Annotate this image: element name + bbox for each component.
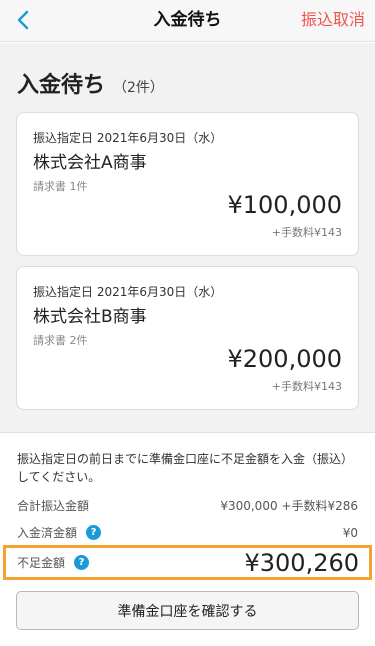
chevron-left-icon [17, 10, 29, 30]
cancel-transfer-button[interactable]: 振込取消 [301, 0, 365, 42]
total-transfer-row: 合計振込金額 ¥300,000 +手数料¥286 [17, 497, 358, 514]
payment-card[interactable]: 振込指定日 2021年6月30日（水） 株式会社A商事 請求書 1件 ¥100,… [16, 112, 359, 256]
deposit-notice: 振込指定日の前日までに準備金口座に不足金額を入金（振込）してください。 [17, 452, 354, 484]
summary-panel: 振込指定日の前日までに準備金口座に不足金額を入金（振込）してください。 合計振込… [0, 432, 375, 646]
pending-list: 入金待ち （2件） 振込指定日 2021年6月30日（水） 株式会社A商事 請求… [0, 43, 375, 432]
back-button[interactable] [10, 7, 36, 33]
invoice-count: 請求書 2件 [33, 334, 88, 347]
shortage-row: 不足金額 ? ¥300,260 [3, 545, 372, 580]
fee-amount: +手数料¥143 [271, 226, 342, 239]
fee-amount: +手数料¥143 [271, 380, 342, 393]
payment-amount: ¥100,000 [227, 191, 342, 219]
confirm-reserve-account-button[interactable]: 準備金口座を確認する [16, 591, 359, 630]
company-name: 株式会社B商事 [33, 307, 147, 327]
nav-bar: 入金待ち 振込取消 [0, 0, 375, 42]
deposited-row: 入金済金額 ? ¥0 [17, 524, 358, 541]
transfer-date: 振込指定日 2021年6月30日（水） [33, 285, 223, 299]
deposited-value: ¥0 [342, 525, 358, 540]
company-name: 株式会社A商事 [33, 153, 147, 173]
total-transfer-label: 合計振込金額 [17, 499, 90, 513]
invoice-count: 請求書 1件 [33, 180, 88, 193]
question-mark-icon[interactable]: ? [74, 555, 90, 570]
transfer-date: 振込指定日 2021年6月30日（水） [33, 131, 223, 145]
payment-card[interactable]: 振込指定日 2021年6月30日（水） 株式会社B商事 請求書 2件 ¥200,… [16, 266, 359, 410]
section-heading: 入金待ち （2件） [17, 67, 164, 99]
item-count: （2件） [113, 80, 164, 96]
section-title: 入金待ち [17, 73, 106, 98]
total-transfer-value: ¥300,000 +手数料¥286 [220, 499, 358, 513]
payment-amount: ¥200,000 [227, 345, 342, 373]
question-mark-icon[interactable]: ? [86, 525, 102, 540]
shortage-amount: ¥300,260 [244, 548, 359, 577]
deposited-label: 入金済金額 ? [17, 524, 102, 541]
shortage-label: 不足金額 ? [17, 554, 90, 571]
